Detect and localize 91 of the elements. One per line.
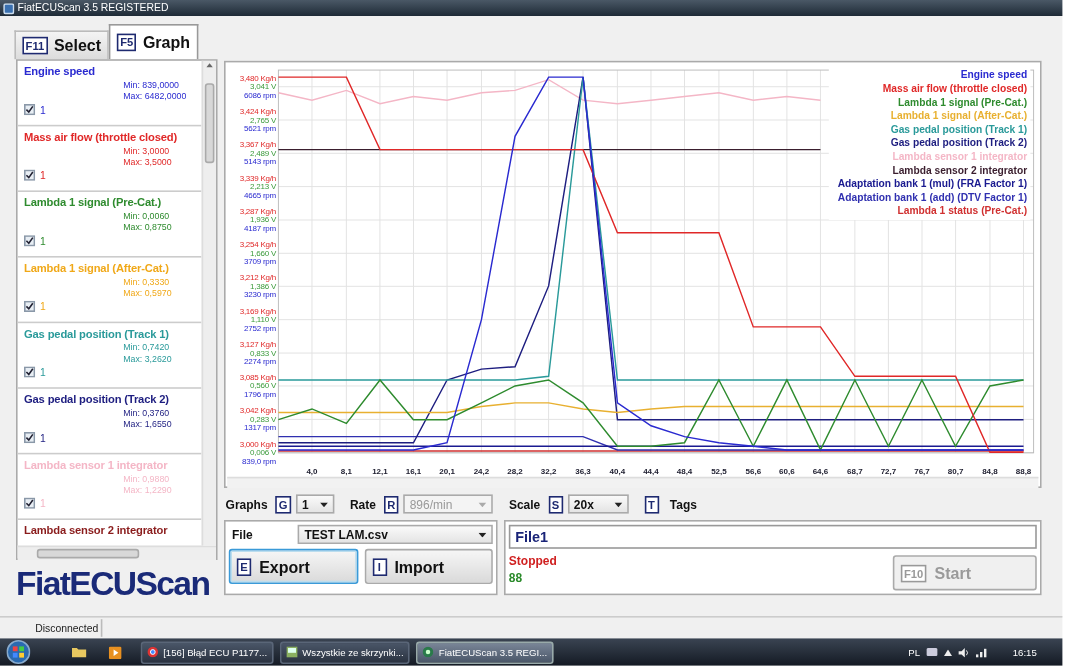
clock[interactable]: 16:15 <box>1012 647 1037 657</box>
checkbox[interactable] <box>24 300 36 312</box>
graph-number: 1 <box>40 169 46 181</box>
legend-label: Lambda 1 signal (After-Cat.) <box>890 110 1028 122</box>
graph-number: 1 <box>40 366 46 378</box>
checkbox[interactable] <box>24 497 36 509</box>
graph-number: 1 <box>40 104 46 116</box>
channel-name[interactable]: Lambda sensor 2 integrator <box>24 523 196 540</box>
channel-max: Max: 3,5000 <box>123 156 173 168</box>
file-label: File <box>231 527 254 542</box>
signal-icon[interactable] <box>976 647 988 657</box>
checkbox[interactable] <box>24 169 36 181</box>
channel-min: Min: 0,3760 <box>123 408 171 420</box>
scroll-thumb[interactable] <box>36 548 140 559</box>
legend-label: Lambda sensor 1 integrator <box>892 151 1028 162</box>
legend-label: Mass air flow (throttle closed) <box>882 83 1028 94</box>
caret-icon <box>478 501 487 507</box>
legend-label: Lambda sensor 2 integrator <box>892 164 1028 176</box>
channel-min: Min: 0,0060 <box>123 211 171 223</box>
channel-max: Max: 1,2290 <box>123 484 173 496</box>
legend-label: Adaptation bank 1 (mul) (FRA Factor 1) <box>837 178 1028 190</box>
channel-max: Max: 0,8750 <box>123 222 173 234</box>
scale-dropdown[interactable]: 20x <box>567 494 629 514</box>
checkbox[interactable] <box>24 104 36 116</box>
language-indicator[interactable]: PL <box>908 647 920 657</box>
channel-name[interactable]: Mass air flow (throttle closed) <box>24 129 196 146</box>
file-dropdown[interactable]: TEST LAM.csv <box>298 524 493 544</box>
graph-number: 1 <box>40 300 46 312</box>
caret-icon <box>478 532 487 537</box>
rate-label: Rate <box>349 496 376 512</box>
keyboard-icon[interactable] <box>926 648 938 656</box>
channel-min: Min: 0,9880 <box>123 473 171 485</box>
tab[interactable]: F5 Graph <box>109 24 199 60</box>
channel-name[interactable]: Engine speed <box>24 64 196 80</box>
graph-number: 1 <box>40 235 46 247</box>
shortcut-key[interactable]: T <box>644 495 659 513</box>
graphs-label: Graphs <box>225 496 268 512</box>
logo: FiatECUScan <box>16 563 210 604</box>
graph-number: 1 <box>40 497 46 509</box>
start-button[interactable] <box>6 640 31 664</box>
app-icon <box>422 646 435 658</box>
legend-label: Gas pedal position (Track 1) <box>890 123 1028 135</box>
channel-min: Min: 0,7420 <box>123 342 171 354</box>
scroll-up-icon <box>204 60 215 69</box>
tray-expand-icon[interactable] <box>944 648 952 656</box>
taskbar-button[interactable]: [156] Błąd ECU P1177... <box>140 640 274 664</box>
channel-min: Min: 0,3330 <box>123 276 171 288</box>
button[interactable]: I Import <box>364 548 493 584</box>
channel-name[interactable]: Lambda 1 signal (Pre-Cat.) <box>24 195 196 212</box>
horizontal-scrollbar[interactable] <box>17 545 216 560</box>
channel-max: Max: 0,5970 <box>123 288 173 300</box>
channel-name[interactable]: Gas pedal position (Track 2) <box>24 392 196 408</box>
legend-label: Engine speed <box>960 69 1028 81</box>
status-text: Stopped <box>508 553 557 568</box>
legend-label: Lambda 1 status (Pre-Cat.) <box>897 205 1028 217</box>
window-title: FiatECUScan 3.5 REGISTERED <box>17 0 169 15</box>
taskbar-button[interactable]: Wszystkie ze skrzynki... <box>279 640 411 664</box>
legend-label: Gas pedal position (Track 2) <box>890 137 1028 149</box>
checkbox[interactable] <box>24 235 36 247</box>
graph-number: 1 <box>40 432 46 444</box>
checkbox[interactable] <box>24 432 36 444</box>
status-text: Disconnected <box>32 619 104 637</box>
media-player-icon[interactable] <box>108 645 122 659</box>
graphs-dropdown[interactable]: 1 <box>295 494 334 514</box>
name-field[interactable]: File1 <box>508 524 1037 549</box>
channel-max: Max: 3,2620 <box>123 353 173 365</box>
button[interactable]: E Export <box>228 548 358 584</box>
scroll-thumb[interactable] <box>204 83 215 164</box>
horizontal-scrollbar[interactable] <box>227 476 1039 488</box>
channel-max: Max: 6482,0000 <box>123 91 188 103</box>
tab[interactable]: F11 Select <box>14 30 110 60</box>
speaker-icon[interactable] <box>958 647 970 657</box>
folder-icon[interactable] <box>72 646 87 658</box>
tags-label: Tags <box>669 496 697 512</box>
scale-label: Scale <box>508 496 541 512</box>
checkbox[interactable] <box>24 366 36 378</box>
scrollbar[interactable] <box>201 60 216 546</box>
caret-icon <box>319 501 328 507</box>
shortcut-key[interactable]: G <box>275 495 291 513</box>
channel-min: Min: 839,0000 <box>123 80 180 92</box>
legend-label: Adaptation bank 1 (add) (DTV Factor 1) <box>837 191 1028 203</box>
app-icon <box>3 2 15 14</box>
channel-max: Max: 1,6550 <box>123 419 173 431</box>
channel-min: Min: 3,0000 <box>123 145 171 157</box>
browser-icon <box>147 646 159 658</box>
taskbar-button[interactable]: FiatECUScan 3.5 REGI... <box>416 640 554 664</box>
picture-icon <box>286 646 298 658</box>
shortcut-key[interactable]: S <box>548 495 563 513</box>
count-text: 88 <box>508 571 523 586</box>
legend-label: Lambda 1 signal (Pre-Cat.) <box>898 96 1028 108</box>
caret-icon <box>613 501 622 507</box>
